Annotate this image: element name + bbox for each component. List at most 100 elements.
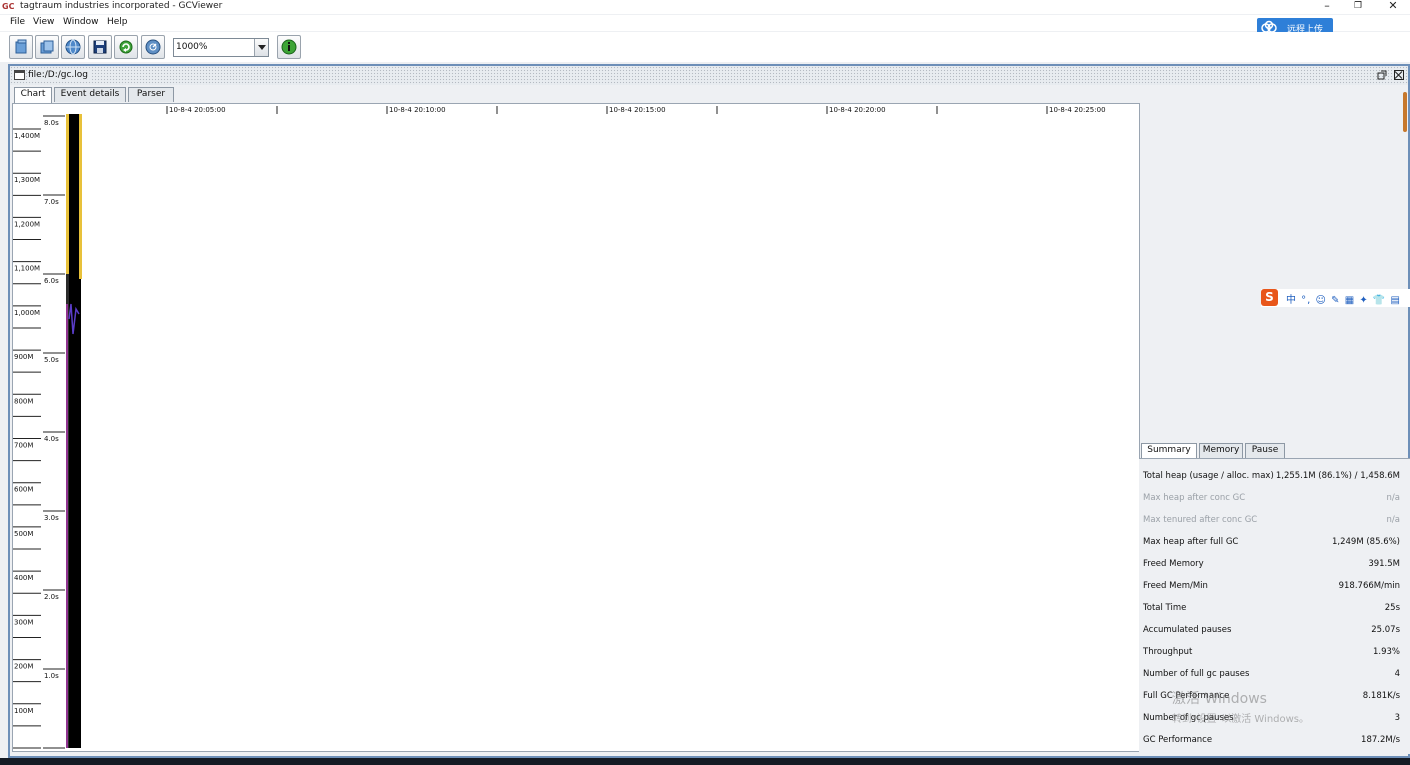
pause-tick-label: 5.0s [44, 356, 59, 364]
summary-value: 25s [1384, 603, 1400, 613]
summary-value: 918.766M/min [1338, 581, 1400, 591]
refresh-button[interactable] [114, 35, 138, 59]
minimize-button[interactable]: – [1312, 0, 1342, 14]
zoom-select[interactable]: 1000% [173, 38, 269, 57]
menu-bar: File View Window Help [0, 15, 1410, 31]
memory-tick-label: 700M [14, 442, 33, 450]
pause-tick-label: 6.0s [44, 277, 59, 285]
menu-window[interactable]: Window [63, 17, 99, 27]
open-url-button[interactable] [61, 35, 85, 59]
taskbar [0, 758, 1410, 765]
heap-top-series[interactable] [79, 114, 82, 279]
summary-value: 4 [1394, 669, 1400, 679]
menu-help[interactable]: Help [107, 17, 128, 27]
time-tick-label: 10-8-4 20:25:00 [1049, 106, 1106, 114]
summary-value: 1.93% [1372, 647, 1400, 657]
memory-tick-label: 800M [14, 397, 33, 405]
ime-toolbar[interactable]: S 中 °, ☺ ✎ ▦ ✦ 👕 ▤ [1261, 289, 1410, 307]
pause-tick-label: 2.0s [44, 593, 59, 601]
chevron-down-icon[interactable] [254, 39, 268, 56]
pause-tick-label: 1.0s [44, 672, 59, 680]
time-tick-label: 10-8-4 20:10:00 [389, 106, 446, 114]
memory-tick-label: 100M [14, 707, 33, 715]
memory-tick-label: 500M [14, 530, 33, 538]
menu-file[interactable]: File [10, 17, 25, 27]
table-row: Total heap (usage / alloc. max) 1,255.1M … [1139, 467, 1404, 487]
tab-pause[interactable]: Pause [1245, 443, 1285, 458]
summary-label: Max heap after full GC [1143, 537, 1239, 547]
tab-event-details[interactable]: Event details [54, 87, 126, 102]
memory-tick-label: 200M [14, 663, 33, 671]
memory-tick-label: 900M [14, 353, 33, 361]
summary-value: 187.2M/s [1361, 735, 1400, 745]
summary-label: Total Time [1143, 603, 1187, 613]
refresh-icon [119, 40, 133, 54]
ime-tools[interactable]: 中 °, ☺ ✎ ▦ ✦ 👕 ▤ [1286, 291, 1401, 306]
maximize-button[interactable]: ❐ [1343, 0, 1373, 14]
tab-parser[interactable]: Parser [128, 87, 174, 102]
title-bar: GC tagtraum industries incorporated - GC… [0, 0, 1410, 14]
table-row: Number of gc pauses 3 [1139, 709, 1404, 729]
table-row: Full GC Performance 8.181K/s [1139, 687, 1404, 707]
about-button[interactable] [277, 35, 301, 59]
memory-tick-label: 600M [14, 486, 33, 494]
summary-value: 8.181K/s [1362, 691, 1400, 701]
summary-label: Accumulated pauses [1143, 625, 1232, 635]
table-row: Total Time 25s [1139, 599, 1404, 619]
gc-log-window-header[interactable]: file:/D:/gc.log [10, 66, 1408, 85]
summary-label: Throughput [1143, 647, 1193, 657]
gc-chart[interactable]: 10-8-4 20:05:00 10-8-4 20:10:00 10-8-4 20:… [13, 104, 1139, 751]
tab-chart[interactable]: Chart [14, 87, 52, 103]
summary-value: 3 [1394, 713, 1400, 723]
summary-value: n/a [1386, 493, 1400, 503]
gcviewer-app: GC tagtraum industries incorporated - GC… [0, 0, 1410, 765]
open-file-icon [15, 39, 27, 54]
table-row: Throughput 1.93% [1139, 643, 1404, 663]
open-file-button[interactable] [9, 35, 33, 59]
close-frame-icon[interactable] [1394, 70, 1404, 80]
summary-label: Full GC Performance [1143, 691, 1230, 701]
memory-tick-label: 1,400M [14, 132, 40, 140]
open-series-button[interactable] [35, 35, 59, 59]
pause-tick-label: 7.0s [44, 198, 59, 206]
close-window-button[interactable]: ✕ [1378, 0, 1408, 14]
pause-tick-label: 3.0s [44, 514, 59, 522]
summary-label: Freed Mem/Min [1143, 581, 1208, 591]
summary-label: GC Performance [1143, 735, 1213, 745]
tab-memory[interactable]: Memory [1199, 443, 1243, 458]
memory-tick-label: 1,100M [14, 265, 40, 273]
summary-label: Total heap (usage / alloc. max) [1143, 471, 1274, 481]
time-tick-label: 10-8-4 20:20:00 [829, 106, 886, 114]
restore-icon[interactable] [1377, 70, 1387, 80]
summary-table: Total heap (usage / alloc. max) 1,255.1M … [1139, 458, 1410, 754]
save-button[interactable] [88, 35, 112, 59]
memory-tick-label: 300M [14, 618, 33, 626]
gc-log-window-title: file:/D:/gc.log [28, 70, 93, 80]
globe-icon [65, 39, 81, 55]
sogou-logo-icon: S [1261, 289, 1278, 306]
summary-value: 391.5M [1368, 559, 1400, 569]
window-title: tagtraum industries incorporated - GCVie… [20, 1, 223, 11]
table-row: Freed Mem/Min 918.766M/min [1139, 577, 1404, 597]
table-row: Number of full gc pauses 4 [1139, 665, 1404, 685]
table-row: Max tenured after conc GC n/a [1139, 511, 1404, 531]
memory-tick-label: 1,300M [14, 176, 40, 184]
menu-view[interactable]: View [33, 17, 54, 27]
summary-label: Number of full gc pauses [1143, 669, 1250, 679]
watch-globe-icon [145, 39, 161, 55]
info-icon [281, 39, 297, 55]
gc-chart-panel[interactable]: 10-8-4 20:05:00 10-8-4 20:10:00 10-8-4 20:… [12, 103, 1140, 752]
total-heap-series[interactable] [66, 114, 69, 274]
tab-summary[interactable]: Summary [1141, 443, 1197, 458]
memory-tick-label: 1,000M [14, 309, 40, 317]
memory-tick-label: 1,200M [14, 220, 40, 228]
table-row: Max heap after full GC 1,249M (85.6%) [1139, 533, 1404, 553]
table-row: Max heap after conc GC n/a [1139, 489, 1404, 509]
floppy-disk-icon [93, 40, 107, 54]
watch-file-button[interactable] [141, 35, 165, 59]
table-row: GC Performance 187.2M/s [1139, 731, 1404, 751]
summary-label: Number of gc pauses [1143, 713, 1234, 723]
window-icon [14, 70, 25, 80]
open-series-icon [40, 40, 54, 54]
summary-label: Max tenured after conc GC [1143, 515, 1258, 525]
